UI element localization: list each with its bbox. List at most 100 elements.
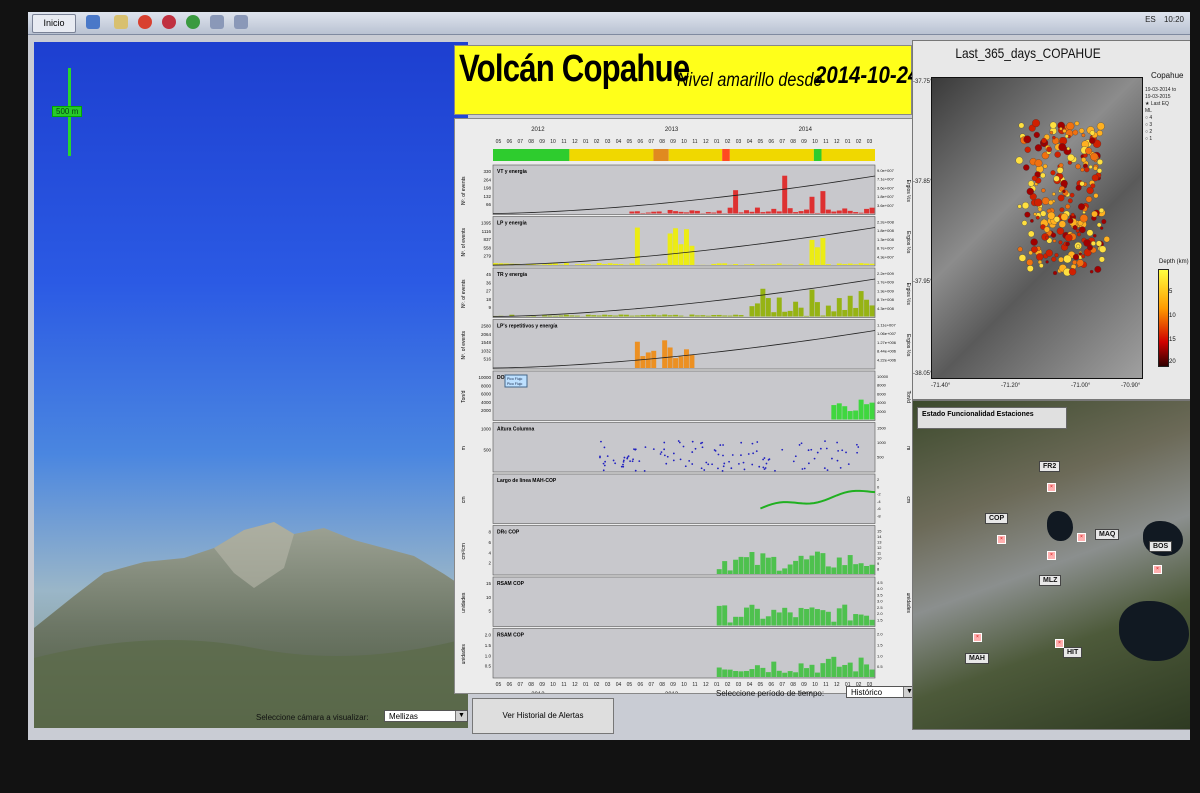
epicenter-marker <box>1084 167 1090 173</box>
epicenter-marker <box>1078 203 1085 211</box>
station-marker[interactable]: × <box>1047 551 1056 560</box>
epicenter-marker <box>1072 259 1078 265</box>
data-point <box>634 448 637 451</box>
data-bar <box>798 663 804 677</box>
epicenter-marker <box>1050 232 1057 238</box>
right-tick-label: 9.0e+007 <box>877 168 895 173</box>
y-tick-label: 1395 <box>481 221 492 226</box>
right-tick-label: 2 <box>877 477 880 482</box>
station-label-mlz[interactable]: MLZ <box>1039 575 1062 586</box>
print-icon[interactable] <box>234 15 248 29</box>
data-bar <box>542 315 548 317</box>
epicenter-map-panel: Last_365_days_COPAHUE Copahue 19-03-2014… <box>912 40 1190 400</box>
station-marker[interactable]: × <box>1055 639 1064 648</box>
app-icon[interactable] <box>86 15 100 29</box>
station-marker[interactable]: × <box>1077 533 1086 542</box>
app-icon[interactable] <box>162 15 176 29</box>
station-marker[interactable]: × <box>997 535 1006 544</box>
data-bar <box>793 212 799 214</box>
right-tick-label: 7.1e+007 <box>877 177 895 182</box>
right-tick-label: 2.0 <box>877 632 883 637</box>
data-bar <box>645 314 651 317</box>
epicenter-marker <box>1079 181 1085 187</box>
data-bar <box>771 609 777 626</box>
right-tick-label: 0 <box>877 484 880 489</box>
station-map-panel[interactable]: Estado Funcionalidad Estaciones FR2 × CO… <box>912 400 1190 730</box>
period-select[interactable]: Histórico ▼ <box>846 686 916 698</box>
data-bar <box>678 211 684 214</box>
month-tick-label: 09 <box>670 682 676 688</box>
folder-icon[interactable] <box>114 15 128 29</box>
alert-history-button[interactable]: Ver Historial de Alertas <box>472 698 614 734</box>
station-label-maq[interactable]: MAQ <box>1095 529 1120 540</box>
epicenter-marker <box>1037 207 1043 212</box>
epicenter-marker <box>1096 122 1105 131</box>
epicenter-marker <box>1045 235 1049 240</box>
data-point <box>620 465 623 468</box>
start-button[interactable]: Inicio <box>32 14 76 33</box>
data-bar <box>667 209 673 214</box>
epicenter-marker <box>1089 269 1094 274</box>
browser-icon[interactable] <box>186 15 200 29</box>
language-indicator[interactable]: ES <box>1145 15 1156 24</box>
data-bar <box>667 315 673 317</box>
station-marker[interactable]: × <box>1047 483 1056 492</box>
epicenter-marker <box>1052 239 1057 243</box>
data-point <box>836 441 839 444</box>
month-tick-label: 01 <box>845 139 851 145</box>
data-bar <box>782 607 788 626</box>
epicenter-marker <box>1072 129 1079 136</box>
station-marker[interactable]: × <box>973 633 982 642</box>
y-axis-label: m <box>461 446 467 450</box>
alert-level-segment <box>722 149 730 161</box>
y-tick-label: 27 <box>486 289 492 294</box>
month-tick-label: 12 <box>834 139 840 145</box>
data-point <box>631 460 634 463</box>
data-point <box>823 467 826 470</box>
data-bar <box>765 672 771 677</box>
camera-select[interactable]: Mellizas ▼ <box>384 710 468 722</box>
media-icon[interactable] <box>138 15 152 29</box>
right-tick-label: 4.3e+007 <box>877 254 895 259</box>
station-marker[interactable]: × <box>1153 565 1162 574</box>
station-label-bos[interactable]: BOS <box>1149 541 1173 552</box>
data-bar <box>787 671 793 677</box>
chevron-down-icon[interactable]: ▼ <box>455 711 467 721</box>
print-icon[interactable] <box>210 15 224 29</box>
epicenter-map[interactable] <box>931 77 1143 379</box>
station-label-fr2[interactable]: FR2 <box>1039 461 1061 472</box>
data-bar <box>814 302 820 317</box>
data-point <box>700 442 702 445</box>
data-bar <box>613 263 619 265</box>
data-bar <box>858 263 864 265</box>
data-point <box>722 465 725 468</box>
data-bar <box>542 264 548 265</box>
right-tick-label: 1.8e+007 <box>877 194 895 199</box>
panel-label: Largo de linea MAH-COP <box>497 478 557 484</box>
data-point <box>839 466 842 469</box>
y-axis-label: Ton/d <box>461 390 467 402</box>
epicenter-marker <box>1078 226 1086 234</box>
y-tick-label: 279 <box>483 254 491 259</box>
data-bar <box>787 310 793 317</box>
page-title: Volcán Copahue <box>459 48 690 90</box>
data-bar <box>716 569 722 574</box>
right-tick-label: 8.44e+006 <box>877 349 897 354</box>
epicenter-marker <box>1049 121 1057 129</box>
y-tick-label: 2064 <box>481 332 492 337</box>
station-label-hit[interactable]: HIT <box>1063 647 1083 658</box>
station-label-cop[interactable]: COP <box>985 513 1009 524</box>
y-tick-label: 132 <box>483 194 491 199</box>
data-bar <box>760 288 766 317</box>
epicenter-marker <box>1040 172 1046 179</box>
legend-line: ○ 1 <box>1145 136 1153 142</box>
alert-date: 2014-10-24 <box>815 62 920 89</box>
data-bar <box>651 350 657 368</box>
data-bar <box>607 263 613 265</box>
data-bar <box>711 314 717 317</box>
station-label-mah[interactable]: MAH <box>965 653 989 664</box>
data-bar <box>645 352 651 368</box>
epicenter-marker <box>1064 233 1073 242</box>
epicenter-marker <box>1085 196 1093 203</box>
data-bar <box>864 208 870 214</box>
